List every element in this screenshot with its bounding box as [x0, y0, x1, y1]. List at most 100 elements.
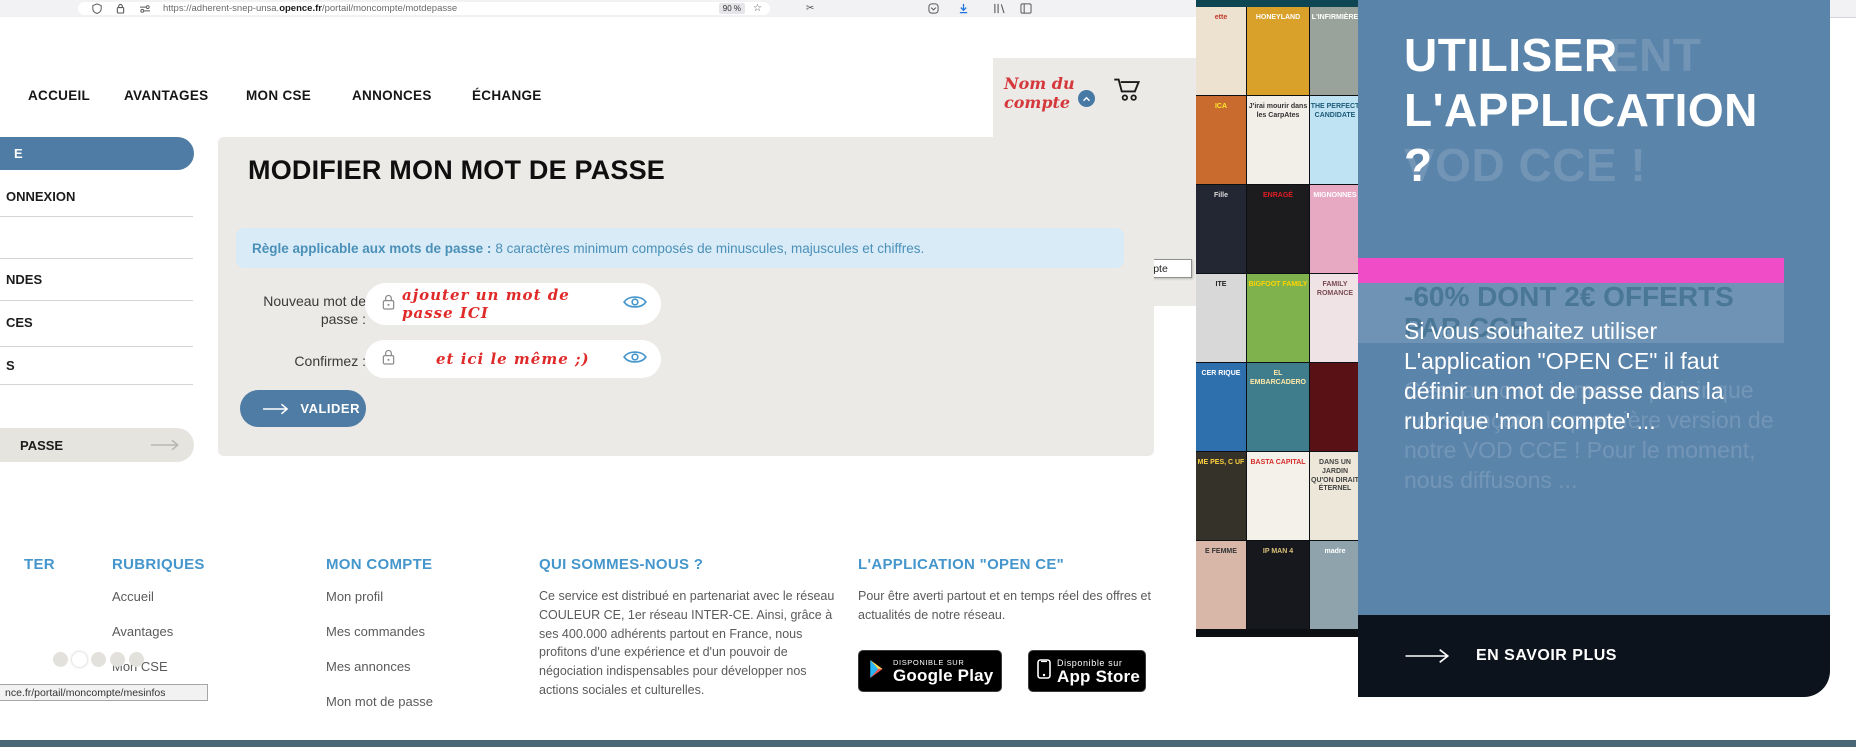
valider-button[interactable]: VALIDER	[240, 390, 366, 427]
movie-poster[interactable]: Fille	[1196, 185, 1246, 273]
bookmark-star-icon[interactable]: ☆	[753, 3, 762, 14]
new-password-hint: ajouter un mot de passe ICI	[402, 286, 570, 322]
movie-poster[interactable]: ICA	[1196, 96, 1246, 184]
sidebar-toggle-icon[interactable]	[1020, 3, 1032, 17]
footer-link[interactable]: Mon profil	[326, 589, 433, 604]
sidebar-item-commandes[interactable]: NDES	[6, 272, 196, 287]
google-play-badge[interactable]: DISPONIBLE SUR Google Play	[858, 650, 1002, 692]
carousel-dot[interactable]	[129, 652, 144, 667]
chevron-up-icon[interactable]	[1078, 90, 1095, 107]
footer-link[interactable]: Accueil	[112, 589, 173, 604]
nav-echange[interactable]: ÉCHANGE	[472, 88, 542, 103]
url-bar[interactable]: https://adherent-snep-unsa.opence.fr/por…	[78, 2, 770, 15]
library-icon[interactable]	[993, 3, 1005, 17]
zoom-level-badge[interactable]: 90 %	[718, 3, 746, 14]
cart-icon[interactable]	[1113, 76, 1143, 108]
pocket-icon[interactable]	[928, 3, 939, 17]
app-store-icon	[1037, 658, 1051, 684]
download-icon[interactable]	[958, 3, 969, 17]
movie-poster[interactable]: FAMILY ROMANCE	[1310, 274, 1360, 362]
account-name-trigger[interactable]: Nom du compte	[1004, 74, 1076, 112]
footer-link[interactable]: Mon mot de passe	[326, 694, 433, 709]
page-title: MODIFIER MON MOT DE PASSE	[248, 155, 666, 185]
rule-text: 8 caractères minimum composés de minuscu…	[495, 240, 925, 256]
screenshot-extension-icon[interactable]: ✂	[806, 3, 814, 14]
badge-line2: App Store	[1057, 666, 1141, 686]
promo-body-line: rubrique 'mon compte' ...	[1404, 408, 1656, 434]
carousel-dot[interactable]	[110, 652, 125, 667]
carousel-dot[interactable]	[53, 652, 68, 667]
nav-mon-cse[interactable]: MON CSE	[246, 88, 311, 103]
bottom-window-bar	[0, 740, 1856, 747]
movie-poster[interactable]: HONEYLAND	[1247, 7, 1309, 95]
permissions-icon[interactable]	[139, 4, 151, 14]
footer-compte-links: Mon profil Mes commandes Mes annonces Mon m…	[326, 589, 433, 729]
poster-grid: ette HONEYLAND L'INFIRMIÈRE ICA J'irai m…	[1196, 7, 1360, 629]
promo-title-line1: UTILISER	[1404, 29, 1618, 81]
badge-line1: Disponible sur	[1057, 657, 1123, 668]
page-viewport: ACCUEIL AVANTAGES MON CSE ANNONCES ÉCHAN…	[0, 17, 1196, 709]
footer-qui-title: QUI SOMMES-NOUS ?	[539, 556, 704, 573]
promo-body-line: Si vous souhaitez utiliser	[1404, 318, 1658, 344]
confirm-password-input[interactable]: et ici le même ;)	[365, 340, 661, 378]
movie-poster[interactable]: E FEMME	[1196, 541, 1246, 629]
confirm-password-hint: et ici le même ;)	[436, 350, 590, 368]
movie-poster[interactable]: CER RIQUE	[1196, 363, 1246, 451]
sidebar-item-annonces[interactable]: CES	[6, 315, 196, 330]
divider	[0, 300, 193, 301]
movie-poster[interactable]: DANS UN JARDIN QU'ON DIRAIT ÉTERNEL	[1310, 452, 1360, 540]
footer-rubriques-links: Accueil Avantages Mon CSE	[112, 589, 173, 694]
arrow-right-icon	[151, 439, 179, 451]
movie-poster[interactable]: MIGNONNES	[1310, 185, 1360, 273]
lock-icon[interactable]	[116, 3, 125, 14]
nav-annonces[interactable]: ANNONCES	[352, 88, 432, 103]
movie-poster[interactable]: THE PERFECT CANDIDATE	[1310, 96, 1360, 184]
footer-partial-heading: TER	[24, 556, 55, 573]
valider-label: VALIDER	[300, 401, 360, 416]
badge-line2: Google Play	[893, 666, 994, 685]
poster-top-strip	[1196, 0, 1360, 7]
movie-poster[interactable]: EL EMBARCADERO	[1247, 363, 1309, 451]
divider	[0, 216, 193, 217]
nav-accueil[interactable]: ACCUEIL	[28, 88, 90, 103]
rule-label: Règle applicable aux mots de passe :	[252, 240, 492, 256]
footer-link[interactable]: Avantages	[112, 624, 173, 639]
carousel-dot[interactable]	[91, 652, 106, 667]
new-password-input[interactable]: ajouter un mot de passe ICI	[365, 283, 661, 325]
carousel-dot-active[interactable]	[72, 652, 87, 667]
url-text[interactable]: https://adherent-snep-unsa.opence.fr/por…	[163, 3, 457, 14]
movie-poster[interactable]: ME PES, C UF	[1196, 452, 1246, 540]
movie-poster[interactable]: IP MAN 4	[1247, 541, 1309, 629]
promo-slide-panel: ENT VOD CCE ! UTILISER L'APPLICATION ? -…	[1358, 0, 1830, 615]
eye-icon[interactable]	[623, 349, 647, 370]
new-password-label: Nouveau mot de passe :	[263, 293, 366, 327]
footer-link[interactable]: Mes annonces	[326, 659, 433, 674]
sidebar-active-top-pill[interactable]: E	[0, 137, 194, 170]
footer-link[interactable]: Mes commandes	[326, 624, 433, 639]
movie-poster[interactable]: L'INFIRMIÈRE	[1310, 7, 1360, 95]
arrow-right-icon	[1405, 649, 1450, 663]
movie-poster[interactable]: J'irai mourir dans les CarpAtes	[1247, 96, 1309, 184]
screen: https://adherent-snep-unsa.opence.fr/por…	[0, 0, 1856, 747]
sidebar-item-mot-de-passe[interactable]: PASSE	[0, 428, 194, 462]
password-rule-box: Règle applicable aux mots de passe : 8 c…	[236, 228, 1124, 268]
shield-icon[interactable]	[92, 3, 102, 14]
ghost-body-line: nous diffusons ...	[1404, 467, 1578, 493]
app-store-badge[interactable]: Disponible sur App Store	[1028, 650, 1146, 692]
lock-icon	[381, 348, 396, 371]
footer-compte-title: MON COMPTE	[326, 556, 433, 573]
movie-poster[interactable]: ette	[1196, 7, 1246, 95]
movie-poster[interactable]	[1310, 363, 1360, 451]
movie-poster[interactable]: madre	[1310, 541, 1360, 629]
footer-app-text: Pour être averti partout et en temps rée…	[858, 589, 1151, 622]
en-savoir-plus-button[interactable]: EN SAVOIR PLUS	[1358, 615, 1830, 697]
eye-icon[interactable]	[623, 294, 647, 315]
nav-avantages[interactable]: AVANTAGES	[124, 88, 208, 103]
movie-poster[interactable]: ITE	[1196, 274, 1246, 362]
movie-poster[interactable]: BIGFOOT FAMILY	[1247, 274, 1309, 362]
movie-poster[interactable]: BASTA CAPITAL	[1247, 452, 1309, 540]
sidebar-item-connexion[interactable]: ONNEXION	[6, 189, 196, 204]
lock-icon	[381, 293, 396, 316]
movie-poster[interactable]: ENRAGÉ	[1247, 185, 1309, 273]
sidebar-item-partial[interactable]: S	[6, 358, 196, 373]
